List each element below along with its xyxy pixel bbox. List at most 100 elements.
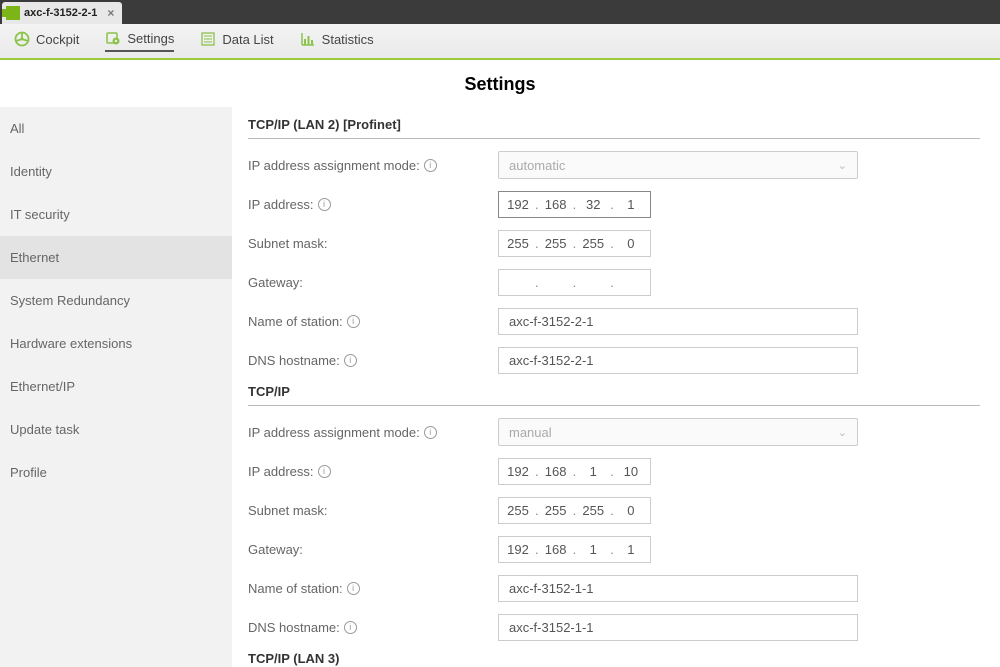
label-gateway: Gateway: bbox=[248, 542, 498, 557]
dns-hostname-input[interactable] bbox=[498, 614, 858, 641]
sidebar-item-update-task[interactable]: Update task bbox=[0, 408, 232, 451]
dot-separator: . bbox=[571, 197, 579, 212]
gateway-input[interactable]: ... bbox=[498, 536, 651, 563]
info-icon[interactable]: i bbox=[424, 426, 437, 439]
dns-hostname-input[interactable] bbox=[498, 347, 858, 374]
sidebar-item-system-redundancy[interactable]: System Redundancy bbox=[0, 279, 232, 322]
label-subnet: Subnet mask: bbox=[248, 503, 498, 518]
label-ip-mode: IP address assignment mode: i bbox=[248, 158, 498, 173]
ip-address-input[interactable]: ... bbox=[498, 458, 651, 485]
ip-address-input-oct4[interactable] bbox=[616, 464, 646, 479]
menu-settings[interactable]: Settings bbox=[105, 30, 174, 52]
ip-address-input-oct4[interactable] bbox=[616, 197, 646, 212]
ip-mode-select[interactable]: automatic⌄ bbox=[498, 151, 858, 179]
menu-label: Settings bbox=[127, 31, 174, 46]
menu-label: Cockpit bbox=[36, 32, 79, 47]
dot-separator: . bbox=[608, 197, 616, 212]
label-station: Name of station: i bbox=[248, 581, 498, 596]
ip-address-input-oct3[interactable] bbox=[578, 197, 608, 212]
sidebar-item-ethernet[interactable]: Ethernet bbox=[0, 236, 232, 279]
subnet-input-oct4[interactable] bbox=[616, 503, 646, 518]
info-icon[interactable]: i bbox=[344, 354, 357, 367]
subnet-input-oct3[interactable] bbox=[578, 503, 608, 518]
subnet-input-oct4[interactable] bbox=[616, 236, 646, 251]
ip-address-input-oct1[interactable] bbox=[503, 197, 533, 212]
ip-address-input-oct3[interactable] bbox=[578, 464, 608, 479]
label-dns: DNS hostname: i bbox=[248, 620, 498, 635]
ip-mode-select[interactable]: manual⌄ bbox=[498, 418, 858, 446]
ip-address-input-oct2[interactable] bbox=[541, 197, 571, 212]
dot-separator: . bbox=[608, 236, 616, 251]
sidebar-item-all[interactable]: All bbox=[0, 107, 232, 150]
info-icon[interactable]: i bbox=[344, 621, 357, 634]
gateway-input-oct1[interactable] bbox=[503, 542, 533, 557]
ip-address-input[interactable]: ... bbox=[498, 191, 651, 218]
info-icon[interactable]: i bbox=[424, 159, 437, 172]
gateway-input-oct2[interactable] bbox=[541, 542, 571, 557]
gateway-input-oct4[interactable] bbox=[616, 542, 646, 557]
section-header: TCP/IP bbox=[248, 374, 980, 406]
gateway-input-oct1[interactable] bbox=[503, 275, 533, 290]
subnet-input[interactable]: ... bbox=[498, 497, 651, 524]
label-subnet: Subnet mask: bbox=[248, 236, 498, 251]
dot-separator: . bbox=[571, 275, 579, 290]
ip-address-input-oct1[interactable] bbox=[503, 464, 533, 479]
label-station: Name of station: i bbox=[248, 314, 498, 329]
ip-address-input-oct2[interactable] bbox=[541, 464, 571, 479]
dot-separator: . bbox=[608, 503, 616, 518]
gateway-input-oct2[interactable] bbox=[541, 275, 571, 290]
tab-title: axc-f-3152-2-1 bbox=[24, 7, 97, 19]
sidebar-item-profile[interactable]: Profile bbox=[0, 451, 232, 494]
subnet-input[interactable]: ... bbox=[498, 230, 651, 257]
subnet-input-oct2[interactable] bbox=[541, 503, 571, 518]
label-dns: DNS hostname: i bbox=[248, 353, 498, 368]
subnet-input-oct3[interactable] bbox=[578, 236, 608, 251]
menubar: Cockpit Settings Data List Statistics bbox=[0, 24, 1000, 60]
menu-datalist[interactable]: Data List bbox=[200, 31, 273, 51]
dot-separator: . bbox=[571, 236, 579, 251]
app-tab[interactable]: axc-f-3152-2-1 × bbox=[2, 2, 122, 24]
label-gateway: Gateway: bbox=[248, 275, 498, 290]
gateway-input-oct3[interactable] bbox=[578, 275, 608, 290]
menu-statistics[interactable]: Statistics bbox=[300, 31, 374, 51]
list-icon bbox=[200, 31, 216, 47]
info-icon[interactable]: i bbox=[347, 315, 360, 328]
subnet-input-oct2[interactable] bbox=[541, 236, 571, 251]
menu-cockpit[interactable]: Cockpit bbox=[14, 31, 79, 51]
sidebar-item-identity[interactable]: Identity bbox=[0, 150, 232, 193]
dot-separator: . bbox=[533, 542, 541, 557]
select-value: manual bbox=[509, 425, 552, 440]
station-name-input[interactable] bbox=[498, 575, 858, 602]
page-title: Settings bbox=[0, 74, 1000, 95]
chevron-down-icon: ⌄ bbox=[838, 159, 847, 172]
info-icon[interactable]: i bbox=[318, 198, 331, 211]
gear-icon bbox=[105, 30, 121, 46]
sidebar-item-it-security[interactable]: IT security bbox=[0, 193, 232, 236]
info-icon[interactable]: i bbox=[318, 465, 331, 478]
dot-separator: . bbox=[533, 503, 541, 518]
gateway-input-oct4[interactable] bbox=[616, 275, 646, 290]
menu-label: Data List bbox=[222, 32, 273, 47]
sidebar-item-ethernet-ip[interactable]: Ethernet/IP bbox=[0, 365, 232, 408]
dot-separator: . bbox=[533, 275, 541, 290]
steering-wheel-icon bbox=[14, 31, 30, 47]
dot-separator: . bbox=[608, 542, 616, 557]
dot-separator: . bbox=[571, 503, 579, 518]
dot-separator: . bbox=[533, 464, 541, 479]
dot-separator: . bbox=[533, 197, 541, 212]
subnet-input-oct1[interactable] bbox=[503, 503, 533, 518]
section-header: TCP/IP (LAN 2) [Profinet] bbox=[248, 107, 980, 139]
station-name-input[interactable] bbox=[498, 308, 858, 335]
close-icon[interactable]: × bbox=[107, 6, 114, 20]
sidebar-item-hardware-extensions[interactable]: Hardware extensions bbox=[0, 322, 232, 365]
label-ip-mode: IP address assignment mode: i bbox=[248, 425, 498, 440]
info-icon[interactable]: i bbox=[347, 582, 360, 595]
menu-label: Statistics bbox=[322, 32, 374, 47]
gateway-input-oct3[interactable] bbox=[578, 542, 608, 557]
subnet-input-oct1[interactable] bbox=[503, 236, 533, 251]
dot-separator: . bbox=[533, 236, 541, 251]
label-ip-address: IP address: i bbox=[248, 464, 498, 479]
dot-separator: . bbox=[608, 464, 616, 479]
gateway-input[interactable]: ... bbox=[498, 269, 651, 296]
dot-separator: . bbox=[571, 464, 579, 479]
